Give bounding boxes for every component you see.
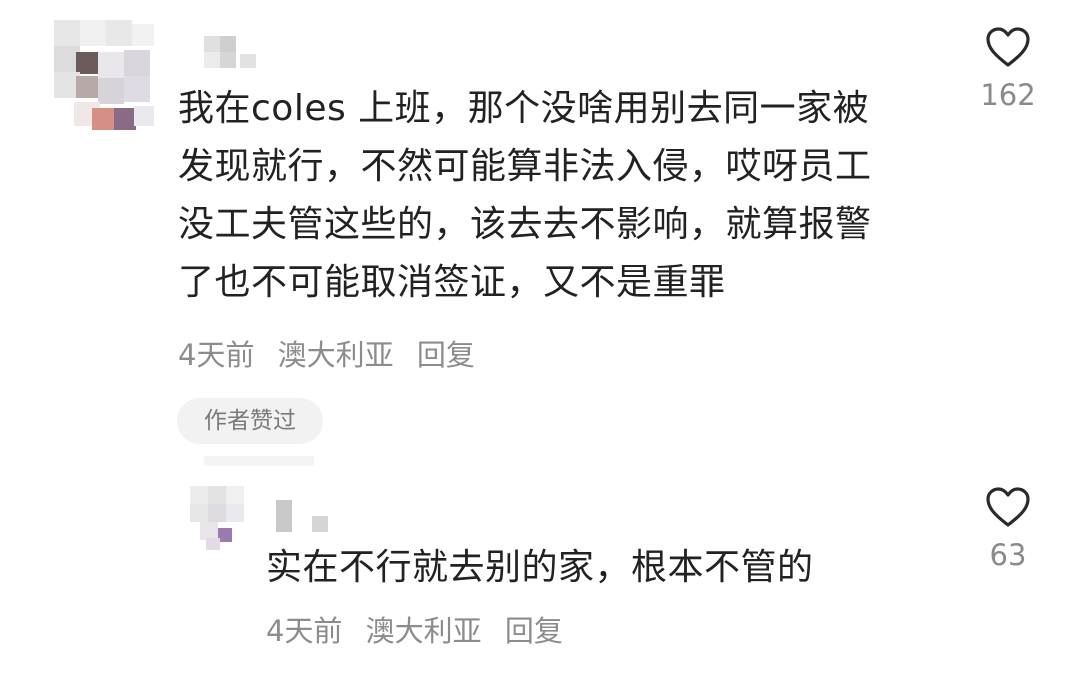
username-pixelated[interactable] (270, 500, 340, 534)
comment-meta: 4天前 澳大利亚 回复 (178, 332, 489, 374)
comment-time: 4天前 (266, 614, 343, 648)
avatar-pixelated-image (48, 14, 160, 132)
username-blur-image (276, 500, 328, 532)
avatar-pixelated-image (186, 482, 250, 552)
heart-outline-icon (986, 487, 1030, 527)
divider (204, 456, 314, 466)
avatar[interactable] (48, 14, 160, 132)
comment-location: 澳大利亚 (277, 338, 394, 372)
username-pixelated[interactable] (196, 36, 266, 70)
comment-location: 澳大利亚 (365, 614, 482, 648)
comment-text: 我在coles 上班，那个没啥用别去同一家被 发现就行，不然可能算非法入侵，哎呀… (178, 88, 872, 303)
author-liked-badge: 作者赞过 (177, 398, 323, 444)
avatar[interactable] (186, 482, 250, 552)
like-button[interactable]: 63 (963, 486, 1053, 572)
comment-time: 4天前 (178, 338, 255, 372)
like-button[interactable]: 162 (963, 26, 1053, 112)
comment-text: 实在不行就去别的家，根本不管的 (266, 547, 814, 588)
reply-button[interactable]: 回复 (417, 338, 475, 372)
like-count: 63 (989, 538, 1027, 572)
comment-meta: 4天前 澳大利亚 回复 (266, 608, 577, 650)
username-blur-image (204, 36, 256, 68)
reply-button[interactable]: 回复 (505, 614, 563, 648)
like-count: 162 (980, 78, 1036, 112)
heart-outline-icon (986, 27, 1030, 67)
